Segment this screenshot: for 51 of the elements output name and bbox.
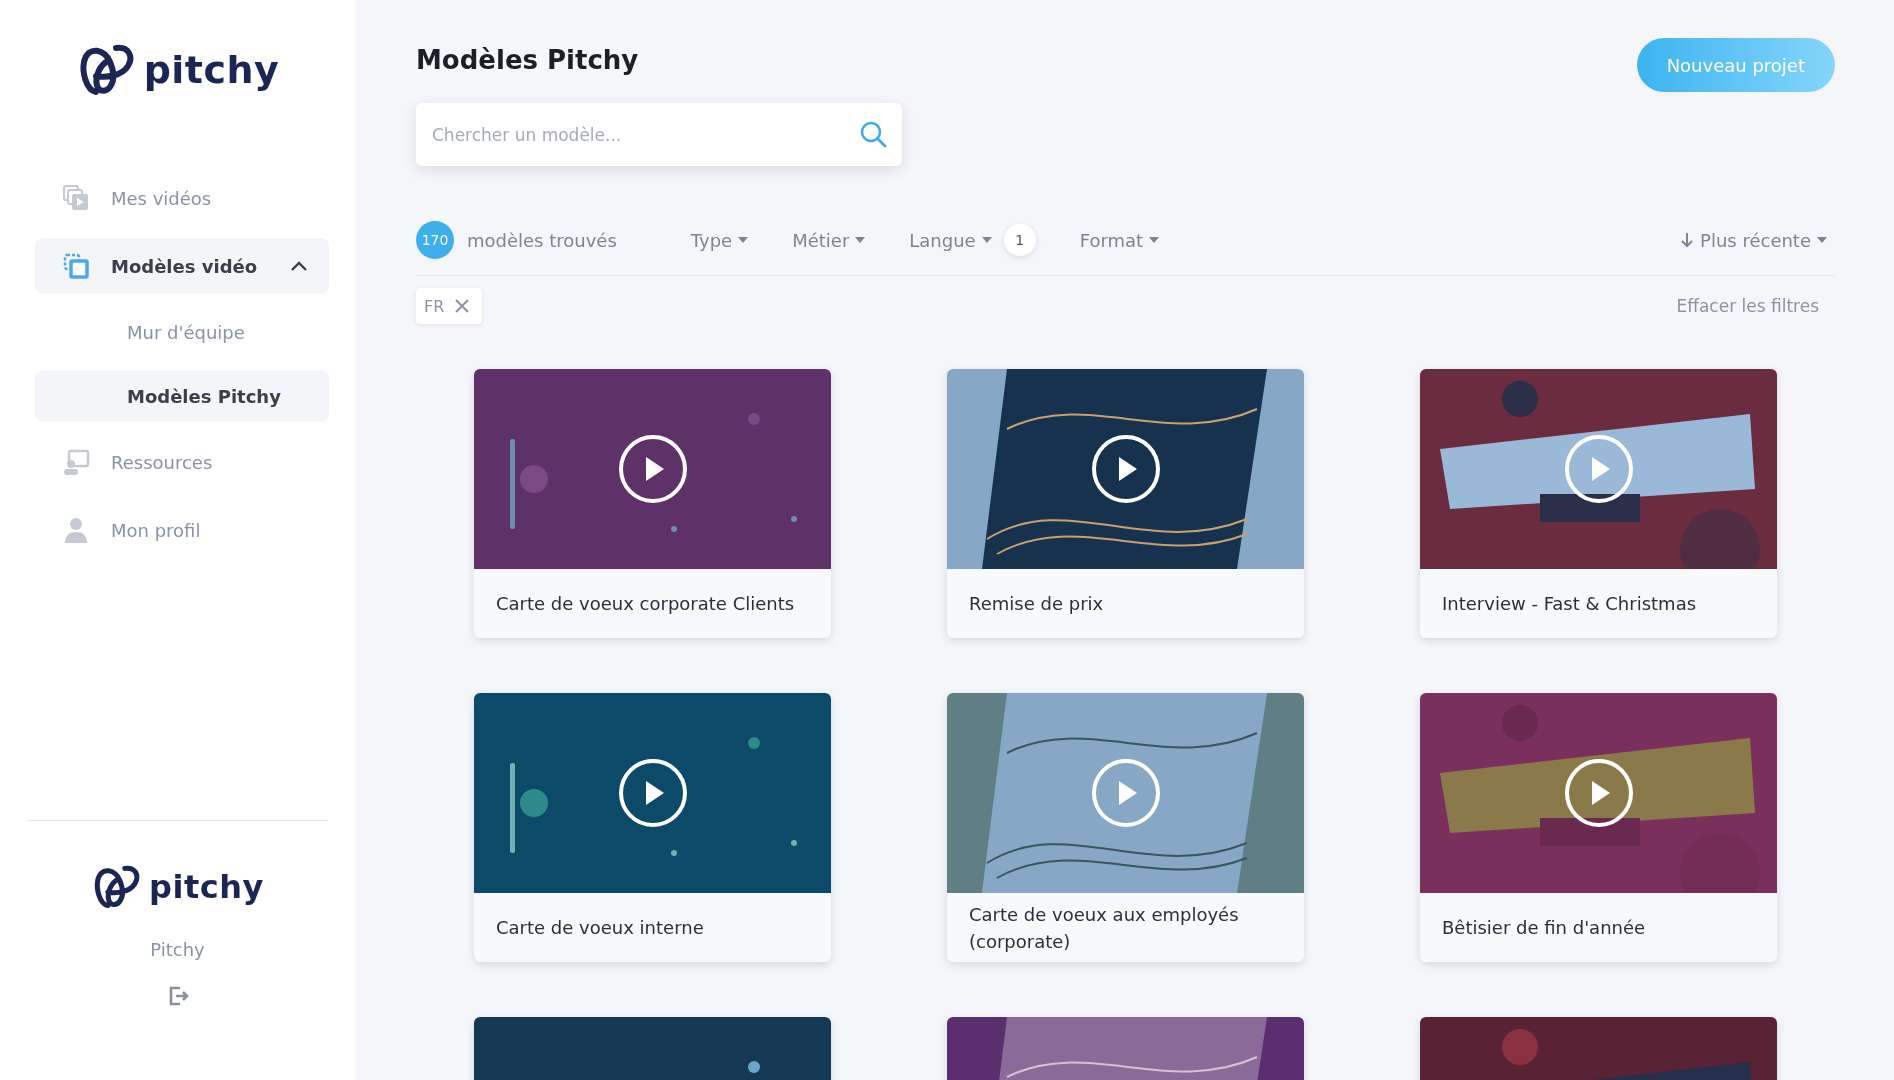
play-button[interactable] — [1090, 434, 1161, 504]
nav-item[interactable]: Mon profil — [35, 502, 329, 558]
card-title: Carte de voeux aux employés (corporate) — [968, 902, 1240, 954]
filter-dropdown[interactable]: Type — [690, 229, 749, 251]
template-icon — [61, 251, 91, 281]
search-field[interactable]: Chercher un modèle... — [416, 103, 902, 166]
result-label: modèles trouvés — [467, 229, 617, 251]
card-title: Bêtisier de fin d'année — [1441, 916, 1647, 940]
search-icon[interactable] — [858, 119, 888, 149]
stacked-video-icon — [61, 183, 91, 213]
card-title: Remise de prix — [968, 592, 1105, 616]
template-card[interactable]: Carte de voeux interne — [474, 693, 831, 962]
nav-item[interactable]: Modèles vidéo — [35, 238, 329, 294]
filter-chip: FR — [416, 288, 483, 324]
card-title: Interview - Fast & Christmas — [1441, 592, 1698, 616]
caret-icon — [1149, 237, 1160, 243]
account-name: Pitchy — [150, 939, 205, 960]
card-title: Carte de voeux corporate Clients — [495, 592, 796, 616]
template-card[interactable]: Carte de voeux aux employés (corporate) — [947, 693, 1304, 962]
play-button[interactable] — [617, 434, 688, 504]
template-card[interactable]: Bêtisier de fin d'année — [1420, 693, 1777, 962]
caret-icon — [981, 237, 992, 243]
nav-item[interactable]: Mes vidéos — [35, 170, 329, 226]
presenter-icon — [61, 447, 91, 477]
new-project-button[interactable]: Nouveau projet — [1636, 38, 1835, 92]
caret-icon — [855, 237, 866, 243]
chevron-icon[interactable] — [289, 259, 309, 273]
clear-filters-link[interactable]: Effacer les filtres — [1676, 296, 1819, 316]
nav-item[interactable]: Ressources — [35, 434, 329, 490]
filter-count-badge: 1 — [1003, 224, 1036, 256]
template-card[interactable]: Interview - Fast & Christmas — [1420, 369, 1777, 638]
play-button[interactable] — [1563, 758, 1634, 828]
close-icon[interactable] — [454, 298, 471, 314]
count-badge: 170 — [416, 221, 454, 259]
page-title: Modèles Pitchy — [416, 44, 640, 77]
caret-icon — [1817, 237, 1827, 243]
template-card[interactable]: Remise de prix — [947, 369, 1304, 638]
caret-icon — [738, 237, 749, 243]
filter-dropdown[interactable]: Langue — [909, 229, 992, 251]
sub-nav-item[interactable]: Modèles Pitchy — [35, 370, 329, 422]
sort-dropdown[interactable]: Plus récente — [1680, 229, 1835, 251]
sub-nav-item[interactable]: Mur d'équipe — [35, 306, 329, 358]
logo-text: pitchy — [149, 868, 264, 906]
filter-dropdown[interactable]: Métier — [792, 229, 866, 251]
card-title: Carte de voeux interne — [495, 916, 705, 940]
filter-dropdown[interactable]: Format — [1079, 229, 1160, 251]
play-button[interactable] — [1563, 434, 1634, 504]
logo-text: pitchy — [143, 48, 280, 92]
play-button[interactable] — [617, 758, 688, 828]
template-card[interactable]: Carte de voeux corporate Clients — [474, 369, 831, 638]
down-arrow-icon — [1680, 232, 1695, 248]
